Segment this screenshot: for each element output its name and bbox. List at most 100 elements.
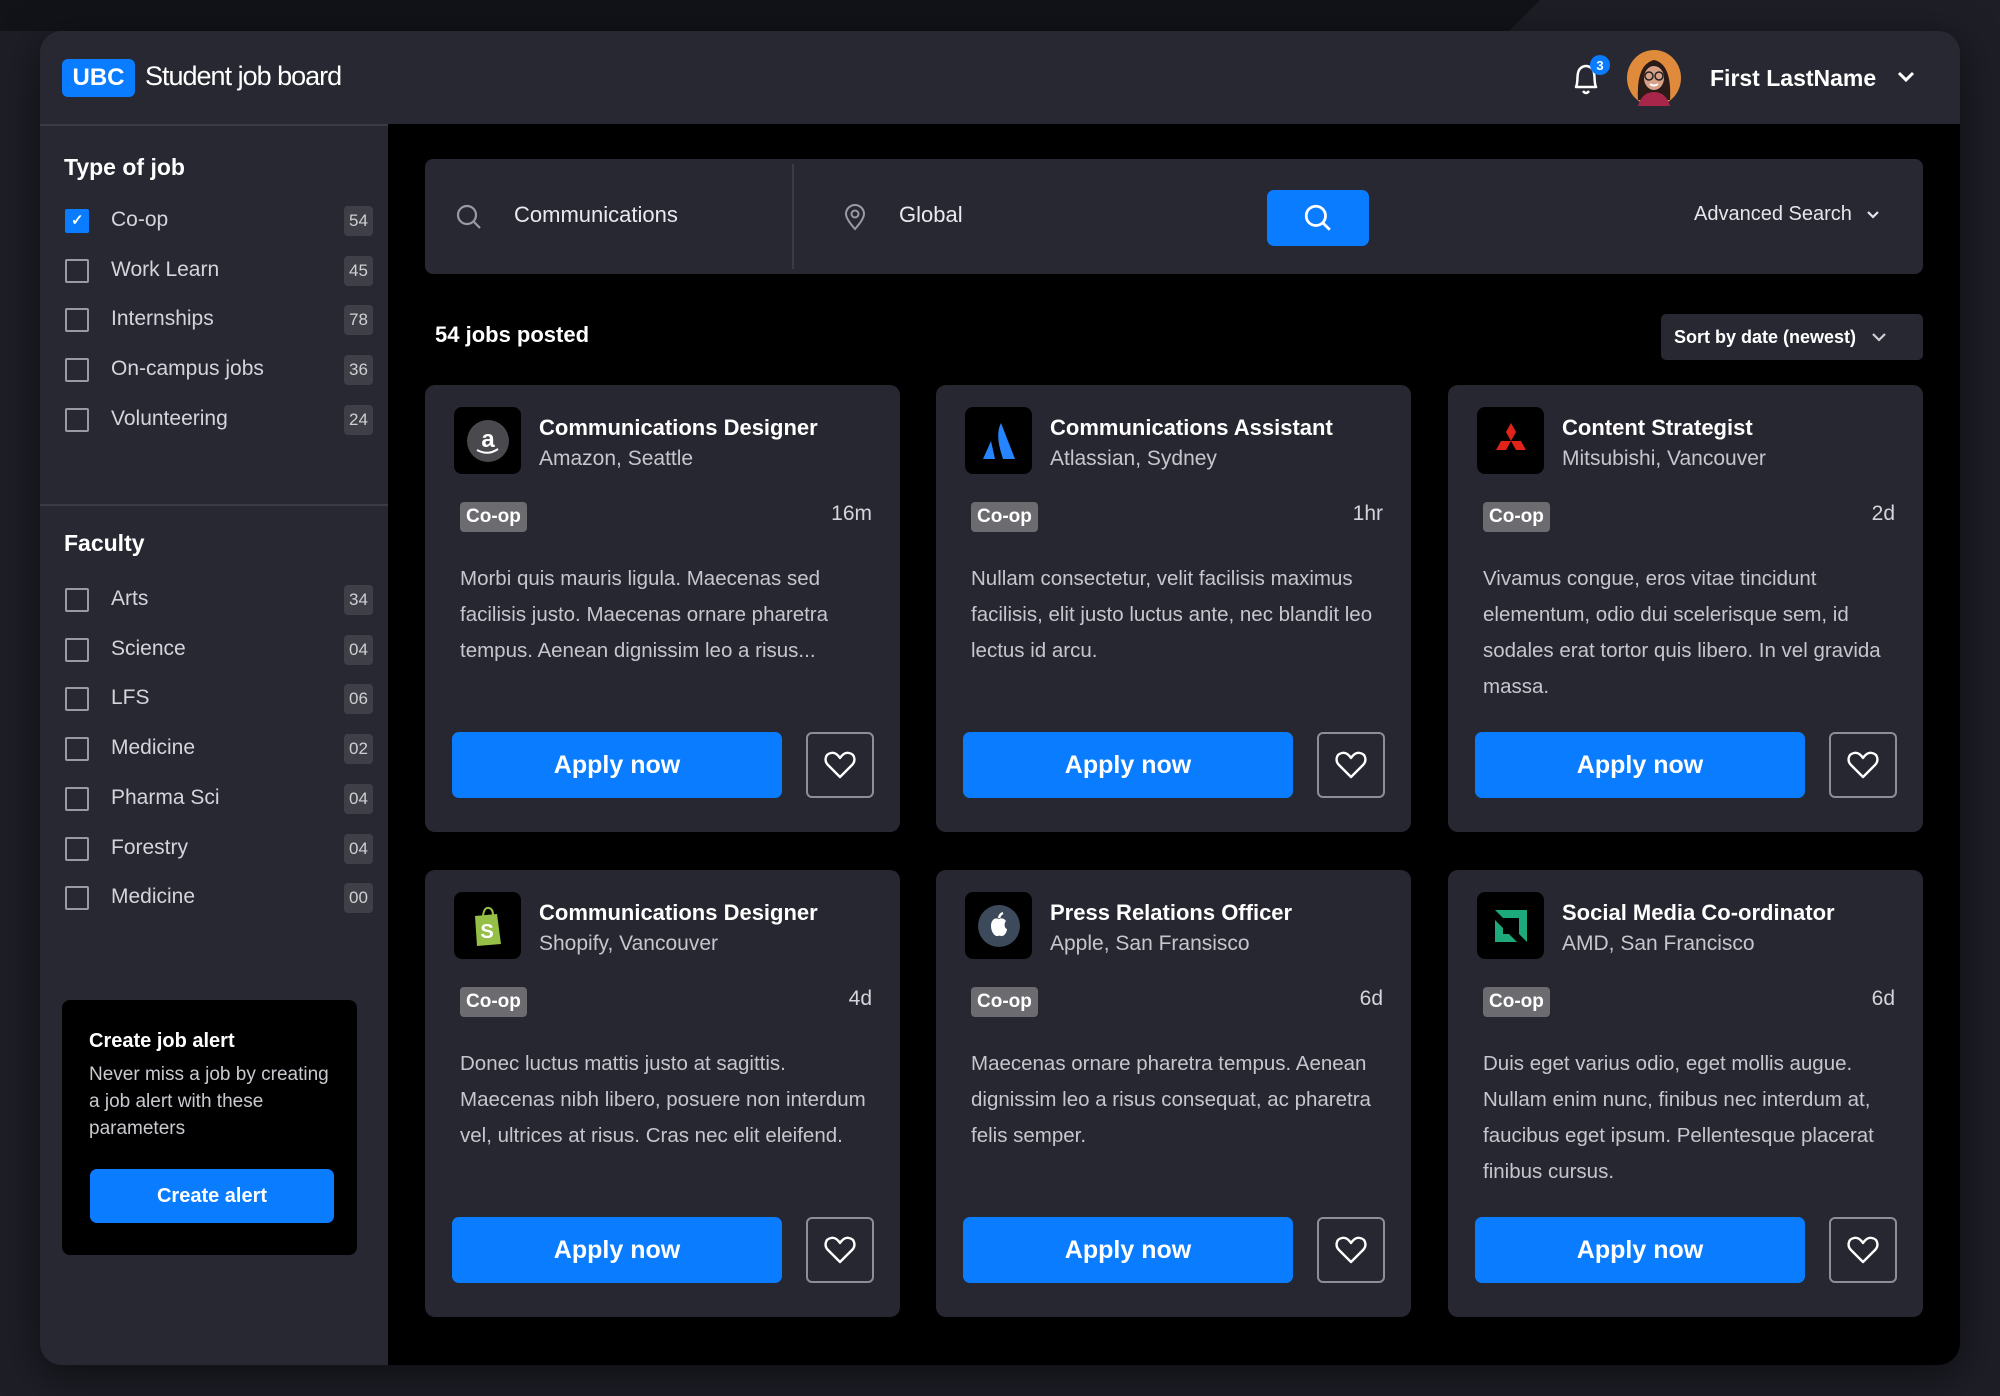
filter-option[interactable]: Arts 34 (65, 585, 375, 615)
checkbox[interactable] (65, 308, 89, 333)
amazon-logo-icon: a (454, 407, 521, 474)
checkbox[interactable] (65, 637, 89, 662)
filter-option[interactable]: On-campus jobs 36 (65, 355, 375, 386)
filter-option[interactable]: Medicine 02 (65, 734, 375, 765)
job-description: Vivamus congue, eros vitae tincidunt ele… (1483, 567, 1881, 698)
search-icon (1304, 204, 1331, 231)
filter-option[interactable]: Internships 78 (65, 305, 375, 336)
checkbox[interactable] (65, 786, 89, 811)
job-card[interactable]: Social Media Co-ordinator AMD, San Franc… (1448, 870, 1923, 1317)
chevron-down-icon[interactable] (1896, 69, 1916, 85)
job-type-badge: Co-op (1483, 987, 1550, 1017)
job-card[interactable]: Press Relations Officer Apple, San Frans… (936, 870, 1411, 1317)
filter-option[interactable]: LFS 06 (65, 684, 375, 715)
checkbox[interactable] (65, 737, 89, 762)
checkbox[interactable] (65, 407, 89, 432)
job-title[interactable]: Content Strategist (1562, 415, 1753, 441)
create-alert-button[interactable]: Create alert (90, 1169, 334, 1223)
save-job-button[interactable] (1317, 732, 1385, 798)
filter-count: 34 (344, 585, 373, 615)
job-card[interactable]: Content Strategist Mitsubishi, Vancouver… (1448, 385, 1923, 832)
job-type-badge: Co-op (971, 987, 1038, 1017)
apply-now-button[interactable]: Apply now (963, 732, 1293, 798)
filter-label: Pharma Sci (111, 785, 220, 809)
save-job-button[interactable] (806, 732, 874, 798)
job-title[interactable]: Social Media Co-ordinator (1562, 900, 1835, 926)
save-job-button[interactable] (1829, 1217, 1897, 1283)
background-shape (0, 0, 1540, 31)
posted-time: 6d (1871, 987, 1895, 1010)
checkbox[interactable] (65, 588, 89, 612)
checkbox[interactable] (65, 836, 89, 861)
ubc-logo[interactable]: UBC (62, 59, 135, 97)
search-button[interactable] (1267, 190, 1369, 246)
mitsubishi-logo-icon (1477, 407, 1544, 474)
user-name[interactable]: First LastName (1710, 65, 1876, 92)
filter-count: 45 (344, 255, 373, 286)
filter-count: 04 (344, 783, 373, 814)
apply-now-button[interactable]: Apply now (1475, 1217, 1805, 1283)
atlassian-logo-icon (965, 407, 1032, 474)
app-title: Student job board (145, 61, 342, 91)
keyword-input[interactable] (514, 202, 774, 228)
job-title[interactable]: Communications Designer (539, 900, 818, 926)
job-title[interactable]: Communications Assistant (1050, 415, 1333, 441)
filter-option[interactable]: Work Learn 45 (65, 255, 375, 286)
filter-option[interactable]: Medicine 00 (65, 883, 375, 914)
job-card[interactable]: S Communications Designer Shopify, Vanco… (425, 870, 900, 1317)
filter-label: Work Learn (111, 257, 220, 281)
heart-icon (1847, 1236, 1879, 1264)
jobs-count: 54 jobs posted (435, 322, 590, 347)
job-description: Morbi quis mauris ligula. Maecenas sed f… (460, 567, 829, 662)
save-job-button[interactable] (806, 1217, 874, 1283)
job-title[interactable]: Communications Designer (539, 415, 818, 441)
svg-text:a: a (481, 426, 495, 453)
sort-label: Sort by date (newest) (1674, 326, 1857, 347)
apply-now-button[interactable]: Apply now (1475, 732, 1805, 798)
sort-dropdown[interactable]: Sort by date (newest) (1661, 314, 1923, 360)
filter-count: 24 (344, 404, 373, 435)
heart-icon (1335, 1236, 1367, 1264)
filter-count: 04 (344, 634, 373, 665)
filter-option[interactable]: Forestry 04 (65, 833, 375, 864)
job-type-badge: Co-op (971, 502, 1038, 532)
apply-now-button[interactable]: Apply now (452, 1217, 782, 1283)
checkbox[interactable] (65, 209, 89, 233)
chevron-down-icon (1872, 333, 1886, 342)
filter-label: Co-op (111, 208, 169, 231)
filter-option[interactable]: Science 04 (65, 634, 375, 665)
filter-sidebar: Type of job Co-op 54 Work Learn 45 Inter… (40, 124, 388, 1365)
checkbox[interactable] (65, 687, 89, 712)
checkbox[interactable] (65, 358, 89, 383)
company-location: Apple, San Fransisco (1050, 932, 1250, 955)
advanced-search-toggle[interactable]: Advanced Search (1694, 203, 1880, 226)
job-description: Nullam consectetur, velit facilisis maxi… (971, 567, 1373, 662)
job-card[interactable]: a Communications Designer Amazon, Seattl… (425, 385, 900, 832)
location-input[interactable] (899, 202, 1239, 228)
filter-count: 06 (344, 684, 373, 715)
search-divider (792, 164, 794, 269)
checkbox[interactable] (65, 886, 89, 911)
filter-count: 36 (344, 355, 373, 386)
filter-option[interactable]: Volunteering 24 (65, 404, 375, 435)
posted-time: 4d (848, 987, 872, 1010)
apply-now-button[interactable]: Apply now (963, 1217, 1293, 1283)
job-title[interactable]: Press Relations Officer (1050, 900, 1292, 926)
notification-badge: 3 (1590, 55, 1610, 75)
top-bar: UBC Student job board 3 First LastName (40, 31, 1960, 124)
apply-now-button[interactable]: Apply now (452, 732, 782, 798)
heart-icon (1847, 751, 1879, 779)
save-job-button[interactable] (1829, 732, 1897, 798)
filter-option[interactable]: Co-op 54 (65, 206, 375, 236)
avatar[interactable] (1626, 50, 1682, 106)
save-job-button[interactable] (1317, 1217, 1385, 1283)
apple-logo-icon (965, 892, 1032, 959)
company-location: Mitsubishi, Vancouver (1562, 447, 1766, 470)
checkbox[interactable] (65, 258, 89, 283)
filter-count: 54 (344, 206, 373, 236)
filter-label: Volunteering (111, 406, 228, 430)
filter-option[interactable]: Pharma Sci 04 (65, 783, 375, 814)
job-card[interactable]: Communications Assistant Atlassian, Sydn… (936, 385, 1411, 832)
svg-text:S: S (480, 921, 493, 943)
posted-time: 2d (1871, 502, 1895, 525)
